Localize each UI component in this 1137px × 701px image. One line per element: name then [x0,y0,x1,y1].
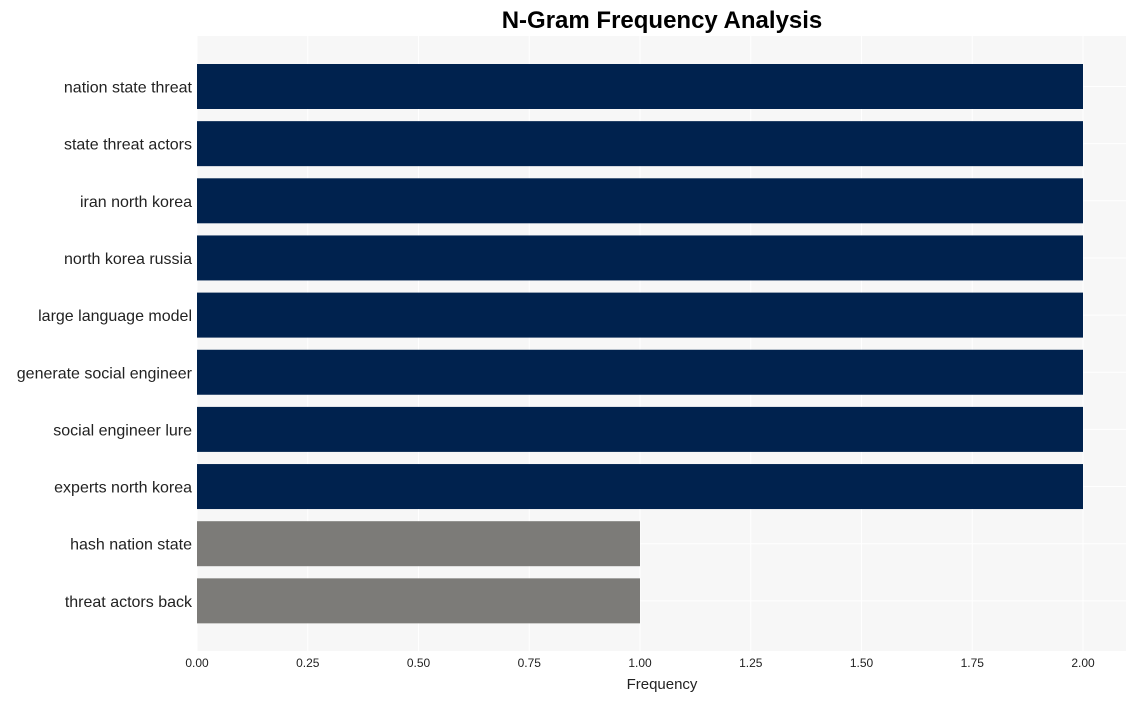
y-tick-label: generate social engineer [17,365,193,382]
bar [197,64,1083,109]
x-tick-label: 0.50 [407,656,431,670]
y-tick-label: north korea russia [64,251,192,268]
x-tick-label: 1.25 [739,656,763,670]
bar [197,406,1083,452]
y-tick-label: experts north korea [54,480,192,497]
chart: N-Gram Frequency Analysis nation state t… [17,7,1126,693]
y-tick-label: state threat actors [64,137,192,154]
bar [197,292,1083,338]
y-tick-label: nation state threat [64,80,193,97]
bar [197,349,1083,395]
x-axis-label: Frequency [627,676,698,693]
y-tick-label: social engineer lure [53,422,192,439]
x-tick-label: 0.25 [296,656,320,670]
bar [197,121,1083,167]
chart-title: N-Gram Frequency Analysis [502,7,823,34]
y-tick-label: iran north korea [80,194,192,211]
x-tick-label: 0.75 [518,656,542,670]
x-tick-label: 2.00 [1071,656,1095,670]
bar [197,578,640,624]
bar [197,235,1083,281]
y-tick-label: threat actors back [65,594,193,611]
x-axis-ticks: 0.00 0.25 0.50 0.75 1.00 1.25 1.50 1.75 2.00 [185,656,1095,670]
y-axis-labels: nation state threat state threat actors ir… [17,80,193,611]
x-tick-label: 0.00 [185,656,209,670]
bar [197,464,1083,510]
y-tick-label: hash nation state [70,537,192,554]
x-tick-label: 1.00 [628,656,652,670]
bar [197,521,640,567]
bar [197,178,1083,224]
x-tick-label: 1.75 [961,656,985,670]
x-tick-label: 1.50 [850,656,874,670]
y-tick-label: large language model [38,308,192,325]
